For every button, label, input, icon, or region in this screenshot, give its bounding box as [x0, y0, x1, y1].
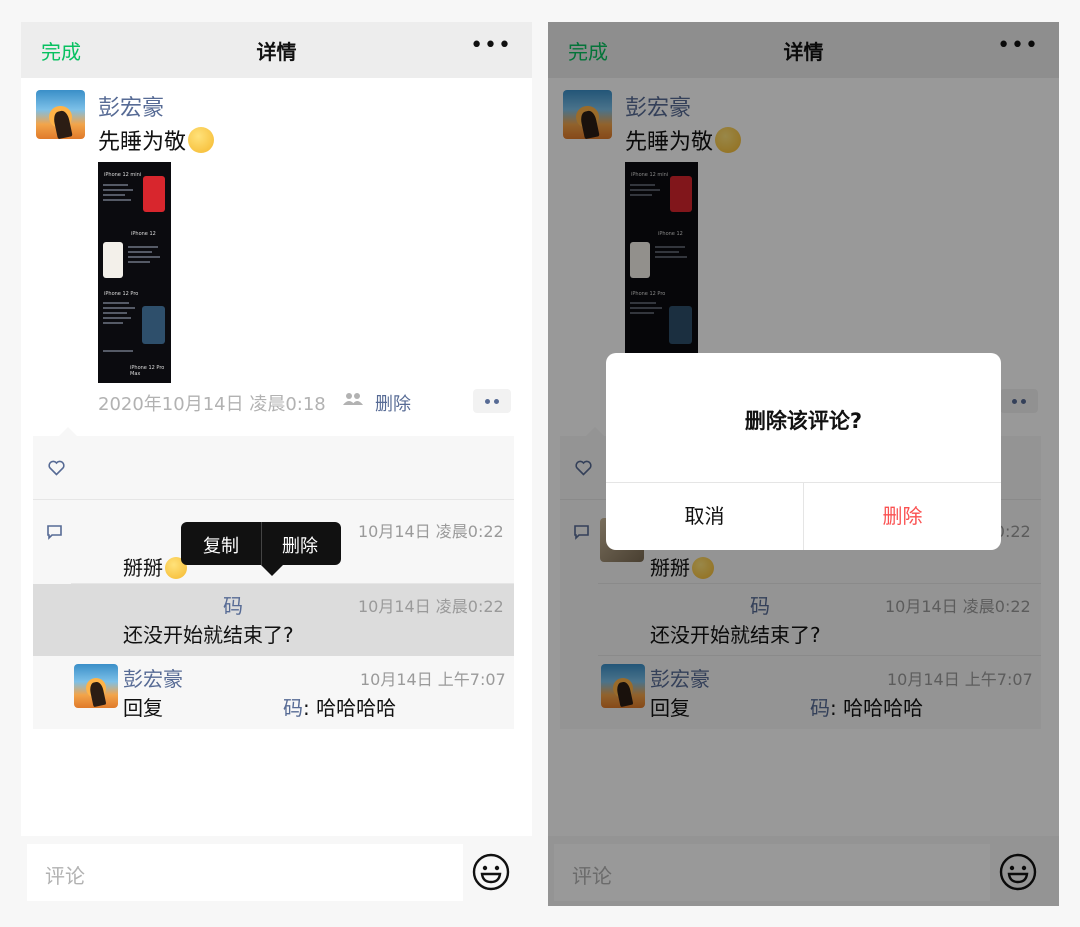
image-caption: iPhone 12 — [131, 231, 156, 237]
reply-text: : 哈哈哈哈 — [303, 696, 397, 720]
copy-menu-item[interactable]: 复制 — [203, 532, 239, 558]
comment-text: 回复 码: 哈哈哈哈 — [123, 692, 503, 721]
author-avatar[interactable] — [36, 90, 85, 139]
comment-context-menu: 复制 删除 — [181, 522, 341, 576]
image-caption: iPhone 12 Pro — [104, 291, 139, 297]
comment-time: 10月14日 凌晨0:22 — [358, 597, 504, 616]
comment-section: 10月14日 凌晨0:22 掰掰 码 10月14日 凌晨0:22 还没开始就结束… — [33, 427, 514, 729]
comment-bar: 评论 — [21, 836, 532, 906]
comment-text-content: 掰掰 — [123, 556, 163, 580]
comment-time: 10月14日 凌晨0:22 — [358, 522, 504, 541]
navbar: 完成 详情 ••• — [21, 22, 532, 78]
delete-post-link[interactable]: 删除 — [375, 390, 411, 416]
cancel-button[interactable]: 取消 — [606, 482, 803, 550]
comment-item-selected[interactable]: 码 10月14日 凌晨0:22 还没开始就结束了? — [33, 584, 514, 656]
comment-time: 10月14日 上午7:07 — [360, 670, 506, 689]
emoji-icon[interactable] — [472, 853, 510, 891]
dialog-title: 删除该评论? — [744, 409, 863, 433]
comment-input-placeholder: 评论 — [45, 864, 85, 888]
comment-item[interactable]: 彭宏豪 10月14日 上午7:07 回复 码: 哈哈哈哈 — [33, 656, 514, 729]
confirm-delete-button[interactable]: 删除 — [804, 482, 1001, 550]
reply-prefix: 回复 — [123, 696, 163, 720]
thinking-emoji-icon — [188, 127, 215, 153]
commenter-avatar[interactable] — [74, 664, 118, 708]
comment-author-name[interactable]: 码 — [223, 590, 243, 619]
detail-screen-with-context-menu: 完成 详情 ••• 彭宏豪 先睡为敬 iPhone 12 mini iPhone… — [21, 22, 532, 906]
heart-icon — [48, 460, 65, 476]
detail-screen-with-delete-dialog: 完成 详情 ••• 彭宏豪 先睡为敬 iPhone 12 mini iPhone… — [548, 22, 1059, 906]
page-title: 详情 — [256, 40, 297, 64]
comment-text: 掰掰 — [123, 552, 187, 581]
delete-comment-dialog: 删除该评论? 取消 删除 — [606, 353, 1001, 550]
comment-text: 还没开始就结束了? — [123, 623, 294, 647]
post-text-content: 先睡为敬 — [98, 130, 187, 155]
post-image[interactable]: iPhone 12 mini iPhone 12 iPhone 12 Pro i… — [98, 162, 171, 383]
delete-menu-item[interactable]: 删除 — [282, 532, 318, 558]
post-author-name[interactable]: 彭宏豪 — [98, 90, 164, 122]
comment-author-name[interactable]: 彭宏豪 — [123, 663, 183, 692]
more-icon[interactable]: ••• — [470, 34, 512, 58]
friends-icon — [343, 393, 363, 405]
more-actions-button[interactable] — [473, 389, 511, 413]
post-text: 先睡为敬 — [98, 124, 215, 156]
image-caption: iPhone 12 Pro Max — [130, 365, 165, 377]
image-caption: iPhone 12 mini — [104, 172, 142, 178]
post-time: 2020年10月14日 凌晨0:18 — [98, 394, 326, 415]
like-row — [33, 436, 514, 500]
comment-input[interactable]: 评论 — [27, 844, 463, 901]
reply-to-name[interactable]: 码 — [283, 696, 303, 720]
